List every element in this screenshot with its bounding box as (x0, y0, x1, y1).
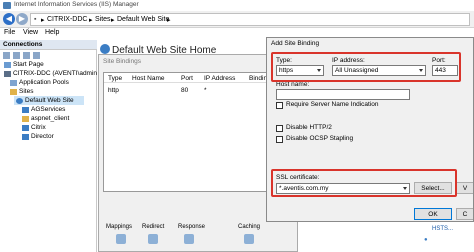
feature-redirect-label: Redirect (142, 224, 165, 230)
disable-ocsp-label: Disable OCSP Stapling (286, 135, 354, 142)
add-site-binding-dialog: Add Site Binding Type: https IP address:… (266, 37, 474, 222)
menu-help[interactable]: Help (45, 29, 59, 36)
connections-pane: Connections Start Page CITRIX-DDC (AVENT… (0, 40, 97, 252)
breadcrumb[interactable]: ▪ ▸ CITRIX-DDC ▸ Sites ▸ Default Web Sit… (30, 13, 470, 26)
row-ip[interactable]: * (204, 87, 207, 94)
app-icon (22, 107, 29, 113)
breadcrumb-sep-icon: ▸ (167, 17, 171, 24)
window-title: Internet Information Services (IIS) Mana… (14, 1, 139, 8)
connections-header: Connections (0, 40, 97, 50)
globe-icon (16, 98, 23, 104)
tree-item-default-web-site[interactable]: Default Web Site (25, 97, 74, 104)
forward-icon[interactable]: ▶ (16, 13, 28, 25)
site-globe-icon (100, 44, 110, 54)
dialog-title: Add Site Binding (271, 40, 320, 47)
breadcrumb-item-server[interactable]: CITRIX-DDC (47, 16, 87, 23)
tree-item-start-page[interactable]: Start Page (13, 61, 44, 68)
folder-icon (10, 89, 17, 95)
disable-ocsp-checkbox[interactable] (276, 136, 283, 143)
features-view: Mappings Redirect Response Caching (98, 224, 266, 252)
header-divider (104, 82, 272, 83)
col-type: Type (108, 75, 123, 82)
col-ip-address: IP Address (204, 75, 236, 82)
tree-item-app-pools[interactable]: Application Pools (19, 79, 69, 86)
menu-view[interactable]: View (23, 29, 38, 36)
tree-item-sites[interactable]: Sites (19, 88, 33, 95)
response-headers-icon[interactable] (184, 234, 194, 244)
cancel-button[interactable]: C (456, 208, 473, 220)
col-host-name: Host Name (132, 75, 165, 82)
ok-button[interactable]: OK (414, 208, 452, 220)
http-redirect-icon[interactable] (148, 234, 158, 244)
connections-toolbar (0, 50, 97, 60)
save-icon[interactable] (13, 52, 20, 59)
hsts-link[interactable]: HSTS... (432, 226, 453, 232)
sni-label: Require Server Name Indication (286, 101, 379, 108)
bindings-table[interactable]: Type Host Name Port IP Address Binding h… (103, 72, 273, 192)
breadcrumb-sep-icon: ▸ (41, 17, 45, 24)
help-icon[interactable]: ● (424, 237, 428, 243)
globe-connect-icon[interactable] (3, 52, 10, 59)
iis-app-icon (3, 2, 11, 9)
server-icon (4, 71, 11, 77)
highlight-ssl-certificate (271, 169, 457, 197)
disable-http2-label: Disable HTTP/2 (286, 124, 332, 131)
view-certificate-button[interactable]: V (456, 182, 473, 194)
sni-checkbox[interactable] (276, 102, 283, 109)
tree-item-server[interactable]: CITRIX-DDC (AVENTI\admin (13, 70, 97, 77)
host-name-label: Host name: (276, 81, 310, 88)
tree-item-citrix[interactable]: Citrix (31, 124, 46, 131)
app-icon (22, 134, 29, 140)
feature-mappings-label: Mappings (106, 224, 133, 230)
row-port[interactable]: 80 (181, 87, 188, 94)
col-port: Port (181, 75, 193, 82)
breadcrumb-sep-icon: ▸ (111, 17, 115, 24)
site-bindings-title: Site Bindings (103, 58, 141, 65)
breadcrumb-item-sites[interactable]: Sites (95, 16, 111, 23)
breadcrumb-item-site[interactable]: Default Web Site (117, 16, 169, 23)
feature-response-label: Response (178, 224, 206, 230)
app-pools-icon (10, 80, 17, 86)
address-bar: ◀ ▶ ▪ ▸ CITRIX-DDC ▸ Sites ▸ Default Web… (0, 11, 474, 28)
highlight-binding-fields (271, 52, 461, 82)
remove-icon[interactable] (33, 52, 40, 59)
feature-caching-label: Caching (238, 224, 261, 230)
refresh-icon[interactable] (23, 52, 30, 59)
title-bar: Internet Information Services (IIS) Mana… (0, 0, 474, 11)
actions-pane: HSTS... ● (420, 224, 474, 252)
server-icon: ▪ (34, 16, 37, 23)
back-icon[interactable]: ◀ (3, 13, 15, 25)
tree-item-director[interactable]: Director (31, 133, 54, 140)
menu-file[interactable]: File (4, 29, 15, 36)
tree-item-agservices[interactable]: AGServices (31, 106, 65, 113)
host-name-field[interactable] (276, 89, 410, 100)
row-type[interactable]: http (108, 87, 119, 94)
handler-mappings-icon[interactable] (116, 234, 126, 244)
folder-icon (22, 116, 29, 122)
output-caching-icon[interactable] (244, 234, 254, 244)
app-icon (22, 125, 29, 131)
breadcrumb-sep-icon: ▸ (89, 17, 93, 24)
start-page-icon (4, 62, 11, 68)
disable-http2-checkbox[interactable] (276, 125, 283, 132)
tree-item-aspnet-client[interactable]: aspnet_client (31, 115, 69, 122)
